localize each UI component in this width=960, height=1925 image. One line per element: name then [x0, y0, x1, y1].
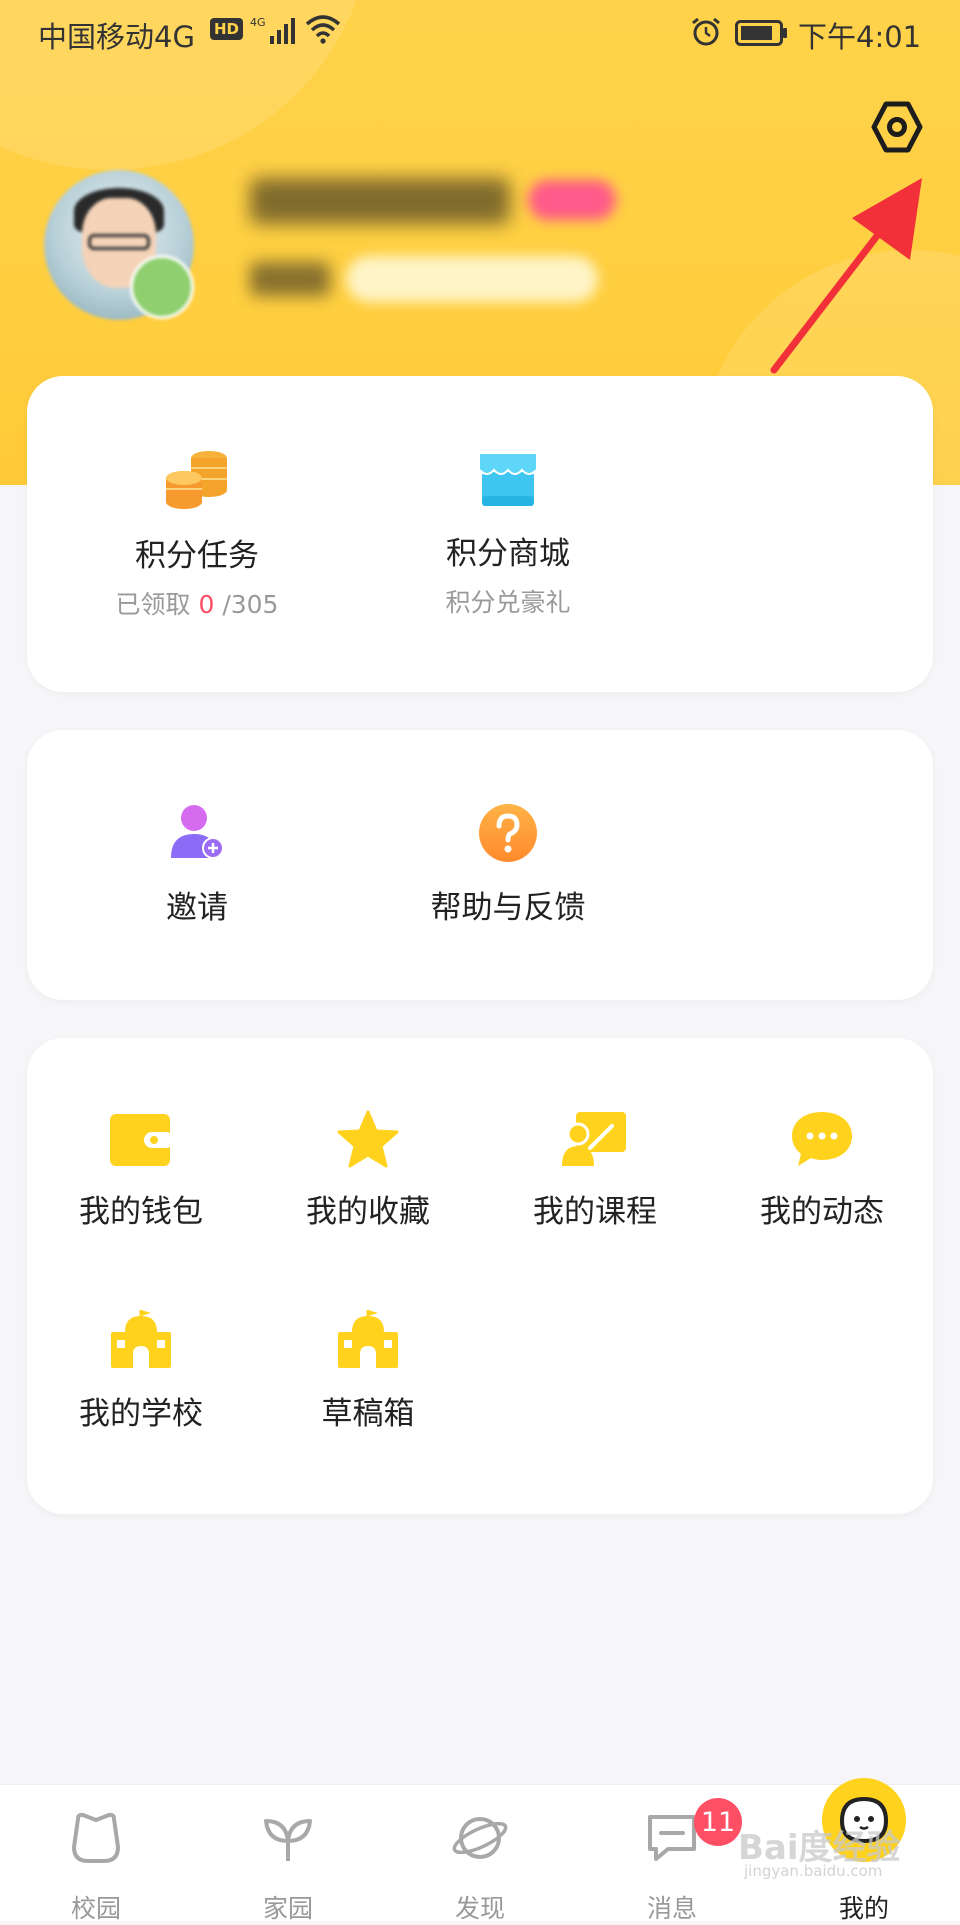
help-feedback-entry[interactable]: 帮助与反馈 [377, 802, 639, 927]
invite-user-icon [171, 805, 224, 859]
tab-home[interactable]: 家园 [192, 1785, 384, 1923]
invite-label: 邀请 [166, 890, 228, 926]
sprout-icon [264, 1819, 312, 1861]
settings-hexagon-icon [871, 101, 923, 153]
blurred-level-pill[interactable] [346, 256, 598, 302]
points-mall-sub: 积分兑豪礼 [445, 588, 571, 617]
messages-unread-badge: 11 [694, 1798, 742, 1846]
blurred-username [250, 178, 510, 224]
chat-bubble-icon [792, 1112, 852, 1166]
avatar-glasses [88, 234, 150, 250]
wifi-icon [305, 14, 341, 48]
progress-total: /305 [214, 590, 279, 619]
store-icon [479, 454, 537, 506]
school-label: 我的学校 [79, 1396, 203, 1432]
settings-button[interactable] [864, 94, 930, 160]
points-mall-label: 积分商城 [446, 536, 570, 572]
wallet-label: 我的钱包 [79, 1194, 203, 1230]
points-card: 积分任务 已领取 0 /305 积分商城 积分兑豪礼 [27, 376, 933, 692]
moments-label: 我的动态 [760, 1194, 884, 1230]
svg-text:4G: 4G [250, 16, 266, 29]
signal-icon: 4G [250, 14, 296, 52]
carrier-label: 中国移动4G [38, 20, 195, 54]
help-feedback-label: 帮助与反馈 [430, 890, 586, 926]
moments-entry[interactable]: 我的动态 [724, 1110, 920, 1231]
favorites-entry[interactable]: 我的收藏 [270, 1110, 466, 1231]
drafts-school-icon [338, 1310, 398, 1368]
wallet-entry[interactable]: 我的钱包 [43, 1110, 239, 1231]
planet-icon [452, 1817, 508, 1859]
progress-claimed: 0 [198, 590, 215, 619]
progress-prefix: 已领取 [115, 590, 199, 619]
courses-entry[interactable]: 我的课程 [497, 1110, 693, 1231]
features-card: 我的钱包 我的收藏 我的课程 我的动态 我的学校 草稿箱 [27, 1038, 933, 1514]
drafts-entry[interactable]: 草稿箱 [270, 1308, 466, 1433]
blurred-role-tag [528, 180, 616, 220]
battery-icon [735, 20, 789, 50]
avatar-badge [130, 255, 194, 319]
course-icon [562, 1112, 626, 1166]
invite-entry[interactable]: 邀请 [81, 802, 313, 927]
status-bar: 中国移动4G HD 4G 下午4:01 [0, 0, 960, 64]
favorites-label: 我的收藏 [306, 1194, 430, 1230]
blurred-subtitle [250, 262, 330, 296]
help-icon [479, 804, 537, 862]
tab-discover[interactable]: 发现 [384, 1785, 576, 1923]
tab-campus[interactable]: 校园 [0, 1785, 192, 1923]
clock-time: 下午4:01 [798, 20, 922, 54]
annotation-arrow [760, 170, 940, 384]
coins-icon [166, 451, 227, 509]
school-icon [111, 1310, 171, 1368]
wallet-icon [110, 1114, 174, 1166]
message-icon [648, 1815, 696, 1861]
points-task-progress: 已领取 0 /305 [116, 585, 279, 621]
social-card: 邀请 帮助与反馈 [27, 730, 933, 1000]
courses-label: 我的课程 [533, 1194, 657, 1230]
campus-icon [72, 1812, 120, 1863]
points-task-entry[interactable]: 积分任务 已领取 0 /305 [81, 448, 313, 621]
hd-badge: HD [210, 18, 244, 40]
watermark-url: jingyan.baidu.com [744, 1862, 883, 1880]
points-mall-entry[interactable]: 积分商城 积分兑豪礼 [377, 448, 639, 619]
star-icon [337, 1110, 399, 1168]
drafts-label: 草稿箱 [321, 1396, 415, 1432]
alarm-icon [690, 16, 722, 52]
points-task-label: 积分任务 [135, 538, 259, 574]
school-entry[interactable]: 我的学校 [43, 1308, 239, 1433]
